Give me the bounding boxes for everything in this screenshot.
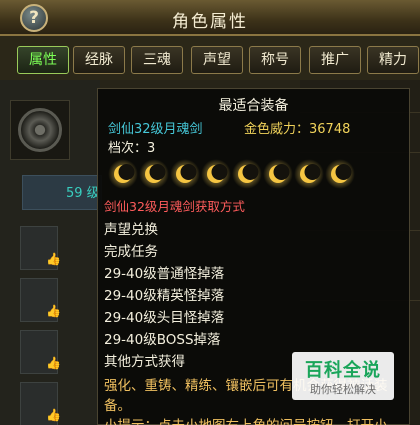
item-rank: 档次：3 — [108, 141, 156, 156]
list-item: 其他方式获得 — [104, 354, 185, 370]
item-name: 剑仙32级月魂剑 — [108, 122, 203, 137]
source-list: 声望兑换 完成任务 29-40级普通怪掉落 29-40级精英怪掉落 29-40级… — [104, 219, 224, 373]
tooltip-tip: 小提示：点击小地图右上角的问号按钮，打开小 — [104, 416, 409, 425]
list-item: 29-40级BOSS掉落 — [104, 332, 221, 348]
moon-icon — [108, 159, 138, 189]
tab-attributes[interactable]: 属性 — [17, 46, 69, 74]
list-item: 29-40级精英怪掉落 — [104, 288, 225, 304]
moon-icon — [263, 159, 293, 189]
thumbs-up-icon: 👍 — [46, 408, 61, 422]
tab-promotion[interactable]: 推广 — [309, 46, 361, 74]
tab-energy[interactable]: 精力 — [367, 46, 419, 74]
thumbs-up-icon: 👍 — [46, 252, 61, 266]
moon-icon — [232, 159, 262, 189]
tab-reputation[interactable]: 声望 — [191, 46, 243, 74]
tab-row: 属性 经脉 三魂 声望 称号 推广 精力 — [0, 36, 420, 80]
moon-icon — [325, 159, 355, 189]
medallion-icon — [18, 108, 62, 152]
thumbs-up-icon: 👍 — [46, 356, 61, 370]
tooltip-title: 最适合装备 — [218, 98, 289, 114]
list-item: 声望兑换 — [104, 222, 158, 238]
watermark-sub: 助你轻松解决 — [310, 383, 376, 396]
title-bar: ? 角色属性 — [0, 0, 420, 36]
source-heading: 剑仙32级月魂剑获取方式 — [104, 199, 245, 214]
tab-three-souls[interactable]: 三魂 — [131, 46, 183, 74]
tab-meridians[interactable]: 经脉 — [73, 46, 125, 74]
tab-titles[interactable]: 称号 — [249, 46, 301, 74]
watermark-main: 百科全说 — [305, 360, 381, 381]
moon-icon — [170, 159, 200, 189]
moon-icon — [294, 159, 324, 189]
watermark-logo: 百科全说 助你轻松解决 — [292, 352, 394, 400]
thumbs-up-icon: 👍 — [46, 304, 61, 318]
list-item: 29-40级头目怪掉落 — [104, 310, 225, 326]
moon-rating — [108, 159, 358, 195]
item-power: 金色威力：36748 — [244, 122, 351, 137]
level-text: 59 级 — [66, 186, 100, 201]
moon-icon — [201, 159, 231, 189]
window-title: 角色属性 — [172, 12, 248, 32]
list-item: 29-40级普通怪掉落 — [104, 266, 225, 282]
moon-icon — [139, 159, 169, 189]
list-item: 完成任务 — [104, 244, 158, 260]
